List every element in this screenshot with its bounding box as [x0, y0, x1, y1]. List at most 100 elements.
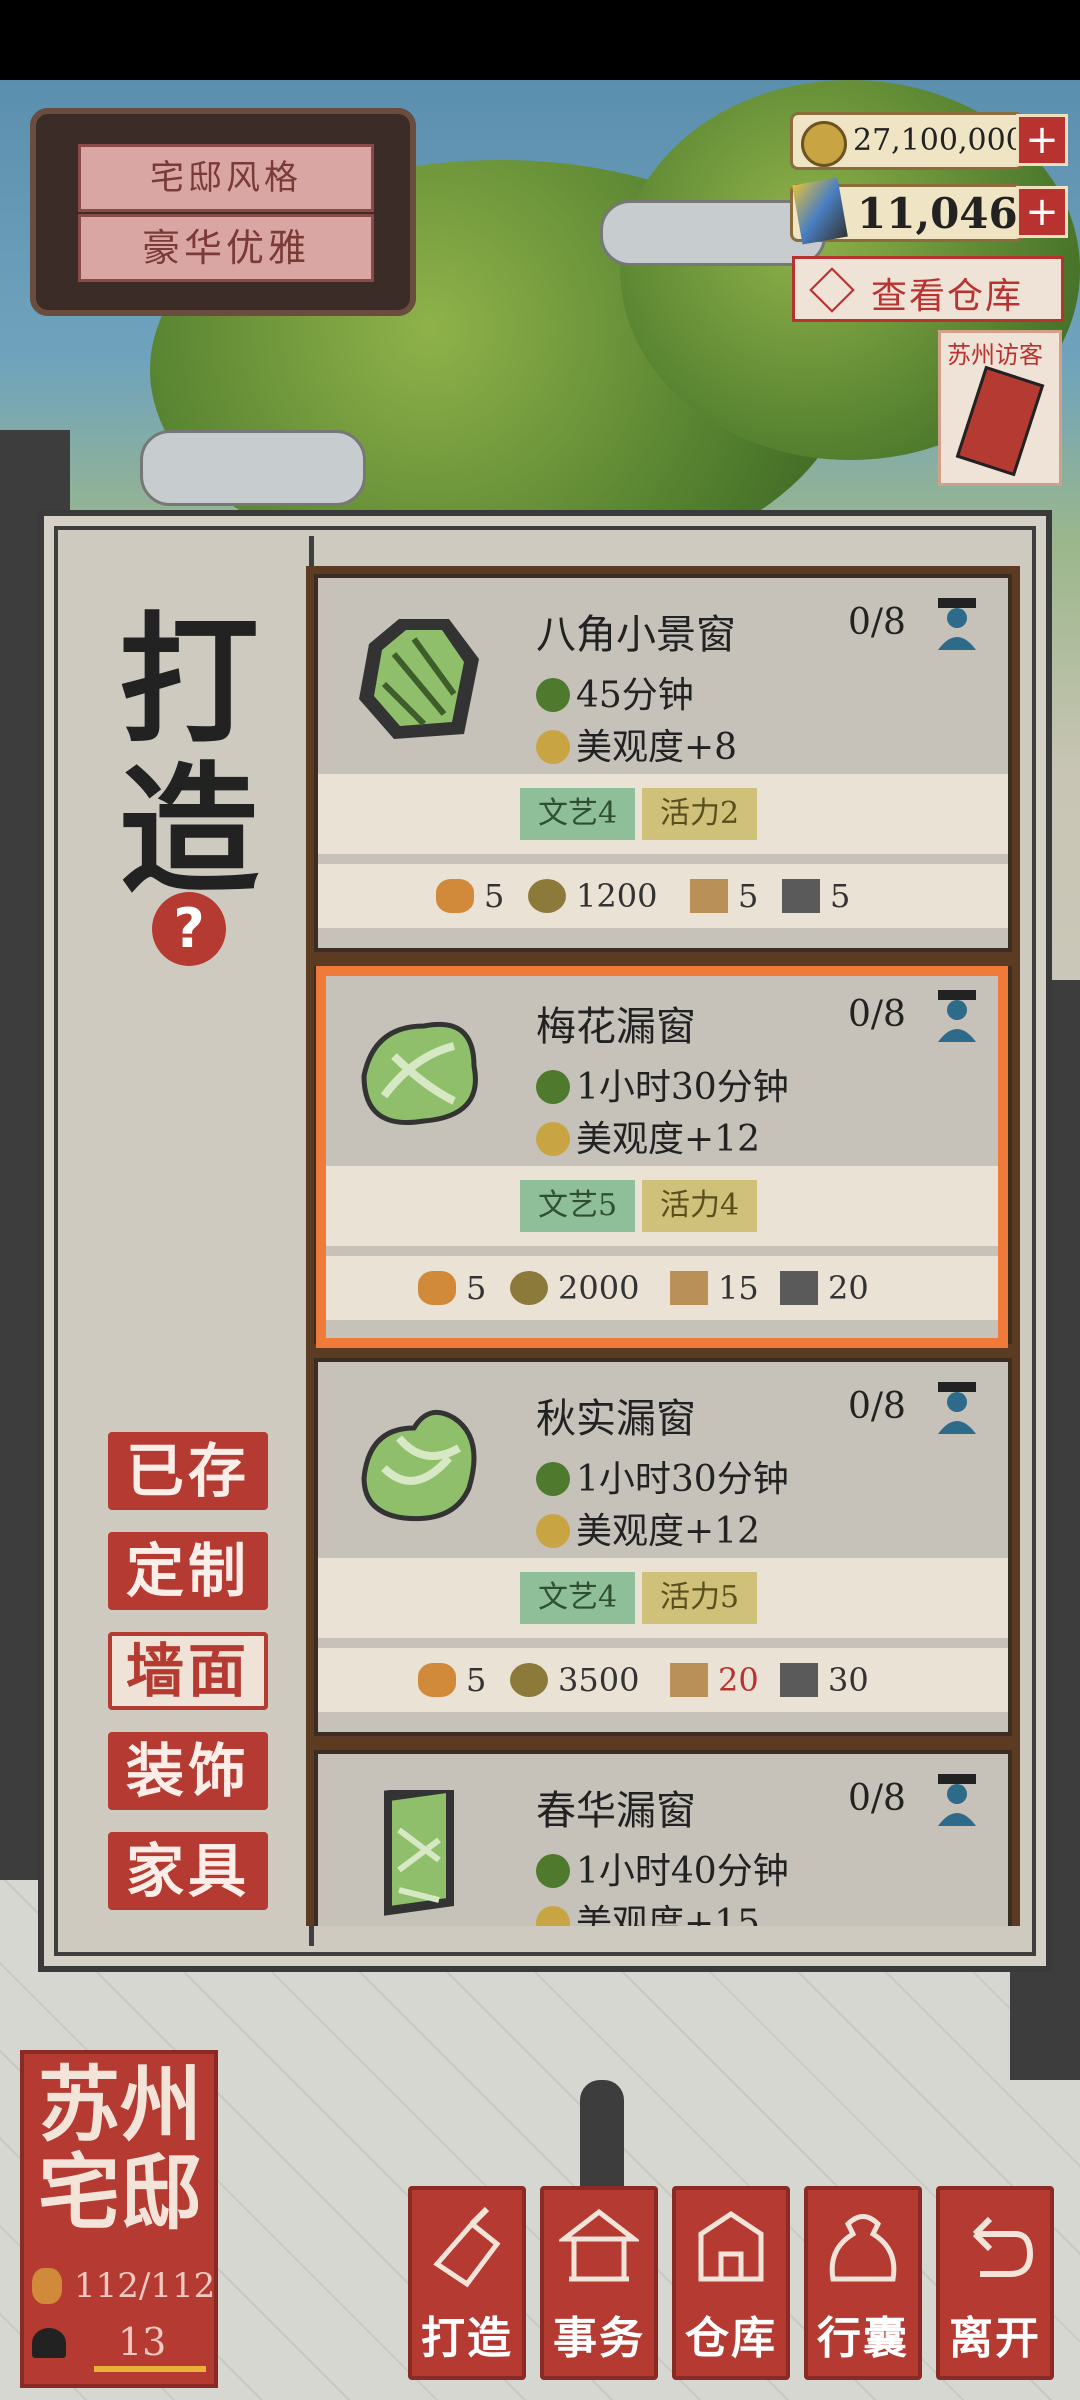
- add-gems-button[interactable]: +: [1016, 186, 1068, 238]
- cost-stone: 30: [828, 1661, 869, 1699]
- nav-label: 打造: [421, 2313, 513, 2364]
- tag-art: 文艺4: [520, 788, 636, 840]
- pavilion-icon: [559, 2208, 639, 2282]
- item-count: 0/8: [848, 602, 906, 643]
- warehouse-icon: [809, 267, 855, 313]
- tag-vitality: 活力2: [642, 788, 758, 840]
- add-coins-button[interactable]: +: [1016, 114, 1068, 166]
- item-count: 0/8: [848, 1386, 906, 1427]
- octagonal-window-icon: [359, 619, 479, 739]
- worker-icon: [436, 879, 474, 913]
- population-icon: [32, 2268, 62, 2304]
- timer-icon: [536, 1462, 570, 1496]
- nav-craft-button[interactable]: 打造: [408, 2186, 526, 2380]
- nav-bag-button[interactable]: 行囊: [804, 2186, 922, 2380]
- return-arrow-icon: [972, 2216, 1034, 2277]
- requirement-band: 文艺4 活力5: [318, 1558, 1008, 1638]
- nav-label: 离开: [949, 2313, 1041, 2364]
- residence-style-value: 豪华优雅: [78, 214, 374, 282]
- category-wall[interactable]: 墙面: [108, 1632, 268, 1710]
- tag-art: 文艺4: [520, 1572, 636, 1624]
- category-furniture[interactable]: 家具: [108, 1832, 268, 1910]
- coin-icon: [510, 1663, 548, 1697]
- category-saved[interactable]: 已存: [108, 1432, 268, 1510]
- nav-affairs-button[interactable]: 事务: [540, 2186, 658, 2380]
- rock: [140, 430, 366, 506]
- beauty-value: 美观度+12: [576, 1119, 760, 1160]
- visitor-badge-label: 苏州访客: [947, 341, 1043, 369]
- item-name: 八角小景窗: [536, 612, 736, 658]
- cost-workers: 5: [484, 877, 505, 915]
- craft-item-list[interactable]: 八角小景窗 0/8 45分钟 美观度+8 文艺4 活力2 5 1200 5 5: [306, 546, 1026, 1926]
- invitation-card-icon: [955, 365, 1045, 477]
- help-button[interactable]: ?: [152, 892, 226, 966]
- craftsman-icon: [938, 598, 976, 650]
- nav-warehouse-button[interactable]: 仓库: [672, 2186, 790, 2380]
- level-progress-bar: [94, 2366, 206, 2372]
- item-beauty: 美观度+15: [536, 1894, 760, 1926]
- panel-title-char-1: 打: [118, 599, 259, 763]
- cost-coins: 2000: [558, 1269, 640, 1307]
- timer-icon: [536, 1070, 570, 1104]
- craft-item-card[interactable]: 春华漏窗 0/8 1小时40分钟 美观度+15: [306, 1742, 1020, 1926]
- coins-value: 27,100,000: [853, 123, 1025, 158]
- residence-style-plaque[interactable]: 宅邸风格 豪华优雅: [30, 108, 416, 316]
- item-name: 梅花漏窗: [536, 1004, 696, 1050]
- stone-icon: [782, 879, 820, 913]
- location-name-line2: 宅邸: [37, 2145, 202, 2241]
- cost-coins: 3500: [558, 1661, 640, 1699]
- category-custom[interactable]: 定制: [108, 1532, 268, 1610]
- cost-band: 5 1200 5 5: [318, 864, 1008, 928]
- worker-icon: [418, 1271, 456, 1305]
- view-warehouse-label: 查看仓库: [871, 276, 1024, 317]
- spring-window-icon: [384, 1790, 454, 1916]
- tag-vitality: 活力4: [642, 1180, 758, 1232]
- requirement-band: 文艺4 活力2: [318, 774, 1008, 854]
- cost-coins: 1200: [576, 877, 658, 915]
- tag-art: 文艺5: [520, 1180, 636, 1232]
- crafting-panel: 打 造 ? 已存 定制 墙面 装饰 家具 八角小景窗 0/8 45分钟 美观度+…: [38, 510, 1052, 1972]
- view-warehouse-button[interactable]: 查看仓库: [792, 256, 1064, 322]
- beauty-icon: [536, 1514, 570, 1548]
- craftsman-icon: [938, 1774, 976, 1826]
- item-name: 春华漏窗: [536, 1788, 696, 1834]
- nav-label: 行囊: [817, 2313, 909, 2364]
- item-craft-time: 1小时30分钟: [536, 1450, 789, 1502]
- pouch-icon: [829, 2214, 897, 2282]
- coin-icon: [528, 879, 566, 913]
- population-value: 112/112: [74, 2266, 216, 2306]
- nav-label: 仓库: [685, 2313, 777, 2364]
- craft-item-card[interactable]: 秋实漏窗 0/8 1小时30分钟 美观度+12 文艺4 活力5 5 3500 2…: [306, 1350, 1020, 1744]
- category-decoration[interactable]: 装饰: [108, 1732, 268, 1810]
- coins-display: 27,100,000: [790, 112, 1025, 170]
- craftsman-icon: [938, 1382, 976, 1434]
- worker-icon: [418, 1663, 456, 1697]
- cost-wood: 5: [738, 877, 759, 915]
- level-value: 13: [118, 2320, 167, 2364]
- cost-band: 5 2000 15 20: [318, 1256, 1008, 1320]
- level-icon: [32, 2328, 66, 2358]
- cost-band: 5 3500 20 30: [318, 1648, 1008, 1712]
- beauty-icon: [536, 1906, 570, 1926]
- craft-item-card-selected[interactable]: 梅花漏窗 0/8 1小时30分钟 美观度+12 文艺5 活力4 5 2000 1…: [306, 958, 1020, 1352]
- item-beauty: 美观度+8: [536, 718, 737, 770]
- item-beauty: 美观度+12: [536, 1502, 760, 1554]
- visitor-badge[interactable]: 苏州访客: [938, 330, 1062, 486]
- beauty-value: 美观度+12: [576, 1511, 760, 1552]
- beauty-value: 美观度+8: [576, 727, 738, 768]
- wood-icon: [690, 879, 728, 913]
- cost-wood: 15: [718, 1269, 759, 1307]
- beauty-icon: [536, 1122, 570, 1156]
- nav-leave-button[interactable]: 离开: [936, 2186, 1054, 2380]
- craftsman-icon: [938, 990, 976, 1042]
- wood-icon: [670, 1663, 708, 1697]
- gems-display: 11,046: [790, 177, 1024, 245]
- location-name-line1: 苏州: [37, 2057, 202, 2153]
- timer-icon: [536, 1854, 570, 1888]
- craft-item-card[interactable]: 八角小景窗 0/8 45分钟 美观度+8 文艺4 活力2 5 1200 5 5: [306, 566, 1020, 960]
- location-plaque[interactable]: 苏州 宅邸 112/112 13: [20, 2050, 218, 2388]
- craft-time-value: 1小时30分钟: [576, 1067, 789, 1108]
- hammer-icon: [433, 2206, 501, 2288]
- plum-blossom-window-icon: [361, 1021, 478, 1125]
- coin-icon: [801, 121, 847, 167]
